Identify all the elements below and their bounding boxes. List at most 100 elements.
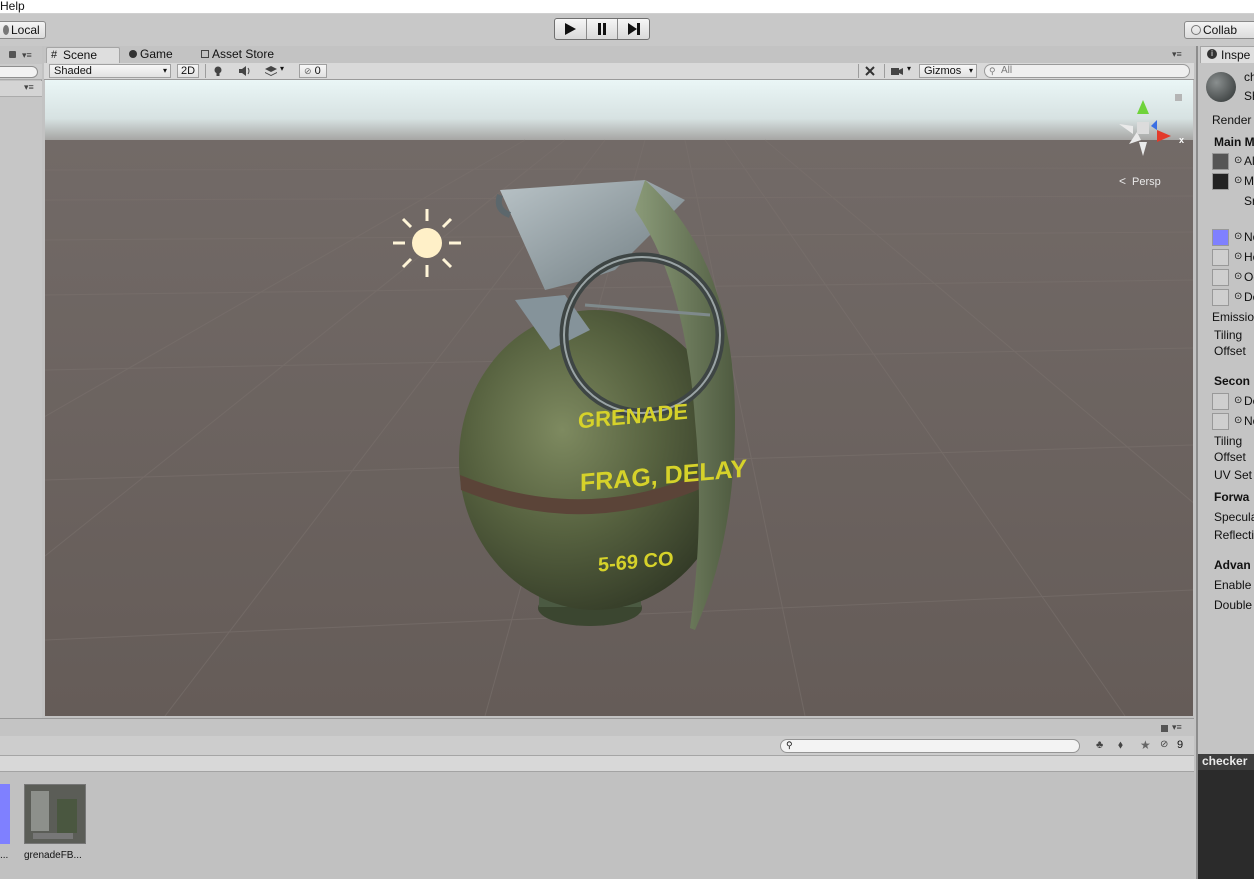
lighting-toggle[interactable] <box>212 65 228 78</box>
audio-toggle[interactable] <box>238 65 254 78</box>
scene-search-placeholder: All <box>1001 65 1013 76</box>
secondary-maps-header: Secon <box>1214 374 1251 388</box>
game-pacman-icon <box>129 50 137 58</box>
project-lock-icon[interactable] <box>1161 725 1168 732</box>
effects-layers-icon <box>265 66 277 76</box>
detail-normal-label: No <box>1244 414 1254 428</box>
collab-button[interactable]: Collab <box>1184 21 1254 39</box>
local-label: Local <box>11 23 40 37</box>
pause-button[interactable] <box>587 19 619 39</box>
collab-label: Collab <box>1203 23 1238 37</box>
draw-mode-dropdown[interactable]: Shaded ▾ <box>49 64 171 78</box>
normal-map-slot[interactable] <box>1212 229 1229 246</box>
secondary-tiling-label: Tiling <box>1214 434 1243 448</box>
reflections-label: Reflectio <box>1214 528 1254 542</box>
project-search-icon: ⚲ <box>786 740 793 750</box>
pause-icon <box>598 23 606 35</box>
inspector-tab[interactable]: i Inspe <box>1200 46 1254 63</box>
tools-button[interactable] <box>864 65 878 78</box>
scene-panel-menu-icon[interactable]: ▾≡ <box>1172 49 1182 60</box>
height-map-slot[interactable] <box>1212 249 1229 266</box>
dropdown-arrow-icon: ▾ <box>162 66 167 75</box>
specular-highlights-label: Specula <box>1214 510 1254 524</box>
hidden-objects-counter[interactable]: ⊘ 0 <box>299 64 327 78</box>
toggle-2d-label: 2D <box>180 65 196 77</box>
detail-albedo-slot[interactable] <box>1212 393 1229 410</box>
advanced-options-header: Advan <box>1214 558 1251 572</box>
forward-options-header: Forwa <box>1214 490 1250 504</box>
play-button[interactable] <box>555 19 587 39</box>
shader-label[interactable]: Sh <box>1244 89 1254 103</box>
scene-menu-icon[interactable]: ▾≡ <box>24 82 34 93</box>
smoothness-label: Sr <box>1244 194 1254 208</box>
tab-scene[interactable]: # Scene <box>46 47 120 63</box>
eye-slash-icon: ⊘ <box>304 66 312 76</box>
hierarchy-scene-row: ▾≡ <box>0 81 42 97</box>
filter-by-label-icon[interactable]: ⬧ <box>1118 739 1123 752</box>
hidden-packages-eye-icon[interactable]: ⊘ <box>1160 739 1168 750</box>
sun-light-icon <box>393 209 461 277</box>
scene-view-toolbar: Shaded ▾ 2D ▾ ⊘ 0 ▾ Gizmos ▾ ⚲ All <box>44 63 1194 80</box>
detail-mask-slot[interactable] <box>1212 289 1229 306</box>
local-globe-icon <box>3 25 9 35</box>
material-name: ch <box>1244 70 1254 84</box>
pivot-rotation-local-button[interactable]: Local <box>0 21 46 39</box>
asset-normal-map-thumb[interactable] <box>0 784 10 844</box>
hidden-objects-count: 0 <box>314 65 321 77</box>
detail-albedo-picker-icon[interactable]: ⊙ <box>1234 395 1242 406</box>
gizmos-dropdown[interactable]: Gizmos ▾ <box>919 64 977 78</box>
scene-grid-icon: # <box>51 49 58 61</box>
preview-header: checker <box>1198 754 1254 770</box>
project-breadcrumb <box>0 756 1194 772</box>
favorites-star-icon[interactable]: ★ <box>1140 738 1151 752</box>
hidden-packages-count: 9 <box>1177 739 1184 751</box>
step-button[interactable] <box>618 19 649 39</box>
tab-asset-store-label: Asset Store <box>212 47 275 61</box>
detail-mask-label: De <box>1244 290 1254 304</box>
filter-by-type-icon[interactable]: ♣ <box>1096 739 1103 751</box>
scene-viewport[interactable]: GRENADE FRAG, DELAY 5-69 CO x < Persp <box>45 80 1193 716</box>
toggle-2d-button[interactable]: 2D <box>177 64 199 78</box>
tab-game[interactable]: Game <box>126 47 188 63</box>
detail-mask-picker-icon[interactable]: ⊙ <box>1234 291 1242 302</box>
panel-menu-icon[interactable]: ▾≡ <box>22 50 32 61</box>
detail-normal-picker-icon[interactable]: ⊙ <box>1234 415 1242 426</box>
project-panel-menu-icon[interactable]: ▾≡ <box>1172 722 1182 733</box>
project-search-input[interactable]: ⚲ <box>780 739 1080 753</box>
albedo-texture-slot[interactable] <box>1212 153 1229 170</box>
hierarchy-header: ▾≡ <box>0 46 42 64</box>
main-maps-header: Main M <box>1214 135 1254 149</box>
metallic-texture-slot[interactable] <box>1212 173 1229 190</box>
camera-settings-button[interactable]: ▾ <box>890 64 916 78</box>
occlusion-picker-icon[interactable]: ⊙ <box>1234 271 1242 282</box>
lock-icon[interactable] <box>9 51 16 58</box>
albedo-picker-icon[interactable]: ⊙ <box>1234 155 1242 166</box>
secondary-offset-label: Offset <box>1214 450 1246 464</box>
store-bag-icon <box>201 50 209 58</box>
detail-normal-slot[interactable] <box>1212 413 1229 430</box>
tab-asset-store[interactable]: Asset Store <box>198 47 288 63</box>
effects-toggle[interactable]: ▾ <box>264 64 288 78</box>
normal-picker-icon[interactable]: ⊙ <box>1234 231 1242 242</box>
albedo-label: Al <box>1244 154 1254 168</box>
asset-label-partial: ... <box>0 850 9 861</box>
metallic-picker-icon[interactable]: ⊙ <box>1234 175 1242 186</box>
detail-albedo-label: De <box>1244 394 1254 408</box>
occlusion-slot[interactable] <box>1212 269 1229 286</box>
hierarchy-search-input[interactable] <box>0 66 38 78</box>
separator <box>858 64 859 78</box>
height-picker-icon[interactable]: ⊙ <box>1234 251 1242 262</box>
enable-gpu-instancing-label: Enable <box>1214 578 1252 592</box>
occlusion-label: Oc <box>1244 270 1254 284</box>
tab-scene-label: Scene <box>63 48 98 62</box>
step-icon <box>627 23 640 35</box>
emission-label[interactable]: Emissio <box>1212 310 1254 324</box>
collab-check-icon <box>1191 25 1201 35</box>
scene-search-input[interactable]: ⚲ All <box>984 64 1190 78</box>
menu-help[interactable]: Help <box>0 0 25 13</box>
asset-grenade-texture-thumb[interactable] <box>24 784 86 844</box>
menu-bar: Help <box>0 0 1254 14</box>
camera-icon <box>891 68 903 75</box>
camera-dropdown-arrow-icon: ▾ <box>907 64 912 73</box>
info-icon: i <box>1207 49 1217 59</box>
